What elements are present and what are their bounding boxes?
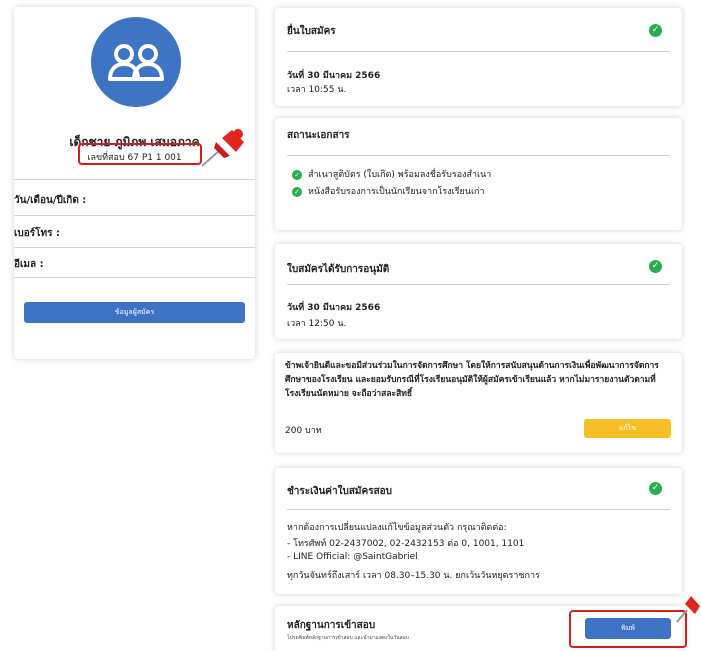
edit-button[interactable]: แก้ไข	[584, 419, 671, 438]
document-item-label: หนังสือรับรองการเป็นนักเรียนจากโรงเรียนเ…	[308, 187, 485, 197]
payment-line: ทุกวันจันทร์ถึงเสาร์ เวลา 08.30–15.30 น.…	[287, 571, 540, 581]
divider	[287, 155, 670, 156]
pushpin-icon	[676, 596, 700, 623]
divider	[14, 215, 255, 216]
avatar	[91, 17, 181, 107]
documents-card: สถานะเอกสาร ✓ สำเนาสูติบัตร (ใบเกิด) พร้อ…	[275, 118, 682, 230]
applicant-info-button[interactable]: ข้อมูลผู้สมัคร	[24, 302, 245, 323]
divider	[287, 509, 670, 510]
divider	[14, 179, 255, 180]
approved-date: วันที่ 30 มีนาคม 2566	[287, 303, 381, 313]
divider	[14, 247, 255, 248]
check-circle-icon: ✓	[292, 186, 302, 197]
submitted-card: ยื่นใบสมัคร ✓ วันที่ 30 มีนาคม 2566 เวลา…	[275, 8, 682, 106]
dob-label: วัน/เดือน/ปีเกิด :	[14, 195, 87, 206]
donation-card: ข้าพเจ้ายินดีและขอมีส่วนร่วมในการจัดการศ…	[275, 353, 682, 453]
check-circle-icon: ✓	[649, 24, 662, 37]
exam-card-title: หลักฐานการเข้าสอบ	[287, 620, 376, 631]
documents-title: สถานะเอกสาร	[287, 130, 350, 141]
divider	[14, 277, 255, 278]
approved-card: ใบสมัครได้รับการอนุมัติ ✓ วันที่ 30 มีนา…	[275, 244, 682, 339]
payment-line: - โทรศัพท์ 02-2437002, 02-2432153 ต่อ 0,…	[287, 539, 525, 549]
payment-line: - LINE Official: @SaintGabriel	[287, 552, 418, 562]
payment-title: ชำระเงินค่าใบสมัครสอบ	[287, 486, 393, 497]
pushpin-icon	[201, 129, 244, 167]
submitted-date: วันที่ 30 มีนาคม 2566	[287, 71, 381, 81]
approved-title: ใบสมัครได้รับการอนุมัติ	[287, 264, 390, 275]
donation-text: ข้าพเจ้ายินดีและขอมีส่วนร่วมในการจัดการศ…	[285, 361, 659, 399]
exam-id-highlight	[78, 143, 202, 165]
divider	[287, 284, 670, 285]
submitted-time: เวลา 10:55 น.	[287, 85, 347, 95]
divider	[287, 51, 670, 52]
users-icon	[108, 44, 164, 81]
check-circle-icon: ✓	[649, 260, 662, 273]
profile-card: เด็กชาย ภูมิภพ เสมอภาค เลขที่สอบ 67 P1 1…	[14, 7, 255, 359]
email-label: อีเมล :	[14, 259, 44, 270]
document-item: ✓ สำเนาสูติบัตร (ใบเกิด) พร้อมลงชื่อรับรอ…	[292, 167, 491, 181]
submitted-title: ยื่นใบสมัคร	[287, 26, 336, 37]
print-button-highlight	[569, 610, 687, 648]
payment-line: หากต้องการเปลี่ยนแปลงแก้ไขข้อมูลส่วนตัว …	[287, 523, 507, 533]
exam-card-subtitle: โปรดพิมพ์หลักฐานการเข้าสอบ และนำมาแสดงใน…	[287, 635, 409, 641]
phone-label: เบอร์โทร :	[14, 228, 60, 239]
check-circle-icon: ✓	[649, 482, 662, 495]
document-item-label: สำเนาสูติบัตร (ใบเกิด) พร้อมลงชื่อรับรอง…	[308, 170, 492, 180]
donation-amount: 200 บาท	[285, 426, 322, 436]
payment-card: ชำระเงินค่าใบสมัครสอบ ✓ หากต้องการเปลี่ย…	[275, 468, 682, 594]
approved-time: เวลา 12:50 น.	[287, 319, 347, 329]
document-item: ✓ หนังสือรับรองการเป็นนักเรียนจากโรงเรียน…	[292, 184, 485, 198]
check-circle-icon: ✓	[292, 169, 302, 180]
